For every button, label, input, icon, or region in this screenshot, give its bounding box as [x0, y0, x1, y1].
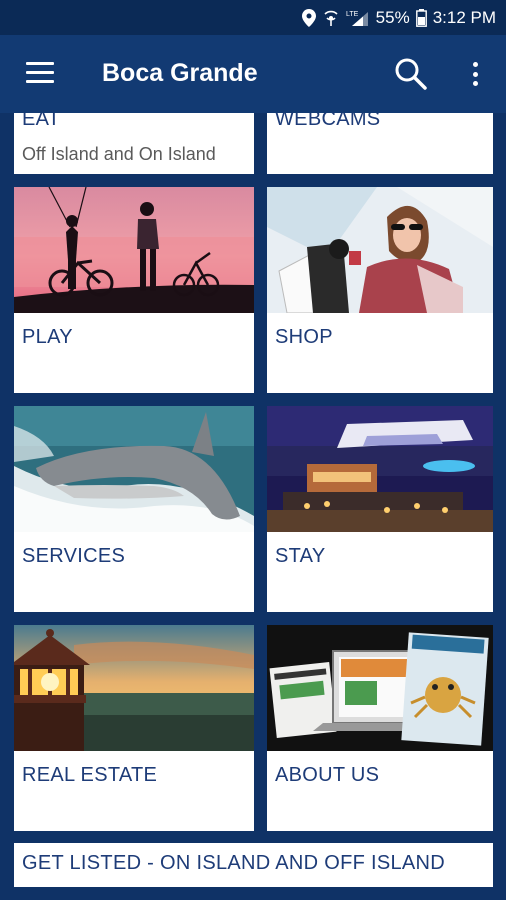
services-image	[14, 406, 254, 532]
battery-icon	[415, 8, 427, 27]
tile-real-estate-label: REAL ESTATE	[22, 764, 158, 786]
app-bar: Boca Grande	[0, 35, 506, 113]
svg-text:LTE: LTE	[346, 11, 359, 18]
tile-eat[interactable]: EAT Off Island and On Island	[14, 113, 254, 174]
real-estate-image	[14, 625, 254, 751]
tile-play-label: PLAY	[22, 326, 73, 348]
tile-real-estate[interactable]: REAL ESTATE	[14, 625, 254, 831]
tile-grid: EAT Off Island and On Island WEBCAMS PLA…	[0, 113, 506, 900]
stay-image	[267, 406, 493, 532]
tile-eat-subtitle: Off Island and On Island	[22, 144, 216, 164]
tile-shop-label: SHOP	[275, 326, 333, 348]
tile-services-label: SERVICES	[22, 545, 126, 567]
more-vert-icon[interactable]	[466, 59, 484, 89]
tile-webcams[interactable]: WEBCAMS	[267, 113, 493, 174]
page-title: Boca Grande	[102, 59, 258, 87]
hotspot-icon	[322, 9, 340, 27]
clock: 3:12 PM	[432, 7, 496, 27]
tile-get-listed-label: GET LISTED - ON ISLAND AND OFF ISLAND	[22, 852, 446, 874]
lte-signal-icon: LTE	[346, 9, 370, 27]
location-icon	[301, 8, 316, 27]
tile-get-listed[interactable]: GET LISTED - ON ISLAND AND OFF ISLAND	[14, 843, 493, 887]
tile-services[interactable]: SERVICES	[14, 406, 254, 612]
tile-play[interactable]: PLAY	[14, 187, 254, 393]
menu-icon[interactable]	[26, 62, 54, 84]
tile-eat-label: EAT	[22, 113, 61, 130]
battery-percent: 55%	[375, 7, 410, 27]
tile-stay[interactable]: STAY	[267, 406, 493, 612]
about-us-image	[267, 625, 493, 751]
tile-shop[interactable]: SHOP	[267, 187, 493, 393]
tile-webcams-label: WEBCAMS	[275, 113, 381, 130]
play-image	[14, 187, 254, 313]
tile-about-us-label: ABOUT US	[275, 764, 380, 786]
status-bar: LTE 55% 3:12 PM	[0, 0, 506, 35]
tile-stay-label: STAY	[275, 545, 326, 567]
tile-about-us[interactable]: ABOUT US	[267, 625, 493, 831]
search-icon[interactable]	[394, 57, 428, 91]
shop-image	[267, 187, 493, 313]
